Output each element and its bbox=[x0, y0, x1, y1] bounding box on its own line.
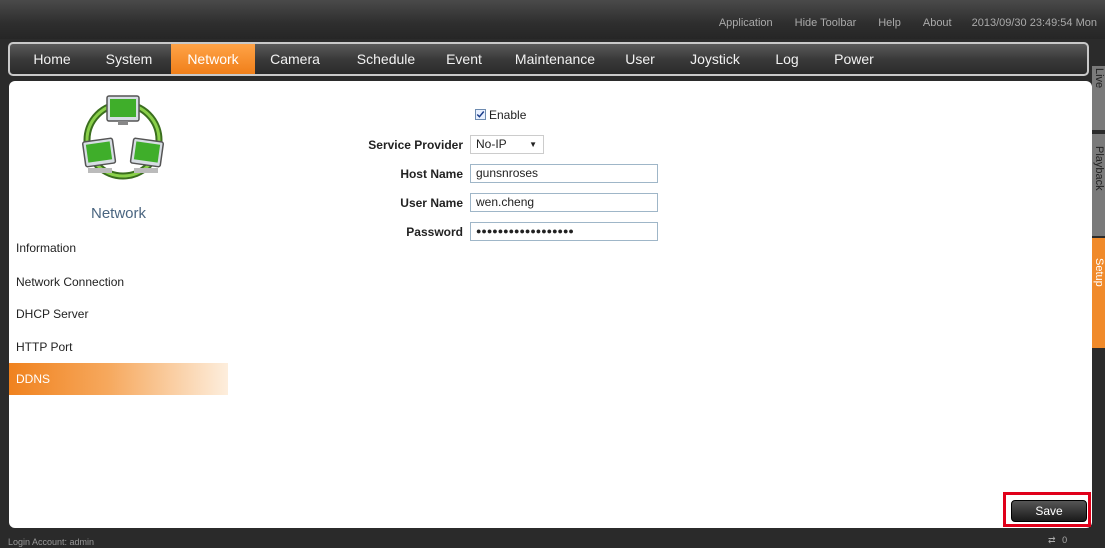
nav-camera[interactable]: Camera bbox=[263, 44, 327, 74]
tab-playback[interactable]: Playback bbox=[1092, 134, 1105, 236]
sidebar-item-network-connection[interactable]: Network Connection bbox=[9, 266, 228, 298]
help-link[interactable]: Help bbox=[878, 17, 901, 29]
nav-event[interactable]: Event bbox=[438, 44, 490, 74]
sidebar-item-http-port[interactable]: HTTP Port bbox=[9, 331, 228, 363]
main-nav-bar: Home System Network Camera Schedule Even… bbox=[8, 42, 1089, 76]
service-provider-value: No-IP bbox=[476, 137, 507, 151]
nav-user[interactable]: User bbox=[619, 44, 661, 74]
application-link[interactable]: Application bbox=[719, 17, 773, 29]
connection-status: ⇄ 0 bbox=[1048, 535, 1067, 546]
sidebar-title: Network bbox=[90, 205, 146, 222]
top-toolbar: Application Hide Toolbar Help About 2013… bbox=[0, 0, 1105, 39]
network-sidebar: Network Information Network Connection D… bbox=[9, 81, 228, 528]
highlight-box bbox=[1003, 492, 1091, 527]
service-provider-select[interactable]: No-IP ▼ bbox=[470, 135, 544, 154]
top-links: Application Hide Toolbar Help About 2013… bbox=[697, 17, 1097, 29]
side-tabs: Live Playback Setup bbox=[1092, 42, 1105, 530]
tab-live[interactable]: Live bbox=[1092, 66, 1105, 130]
enable-label: Enable bbox=[489, 108, 527, 122]
nav-joystick[interactable]: Joystick bbox=[683, 44, 747, 74]
connection-count: 0 bbox=[1062, 535, 1068, 545]
nav-schedule[interactable]: Schedule bbox=[348, 44, 424, 74]
user-name-field[interactable]: wen.cheng bbox=[470, 193, 658, 212]
tab-setup[interactable]: Setup bbox=[1092, 238, 1105, 348]
hide-toolbar-link[interactable]: Hide Toolbar bbox=[795, 17, 857, 29]
sidebar-item-information[interactable]: Information bbox=[9, 232, 228, 264]
host-name-field[interactable]: gunsnroses bbox=[470, 164, 658, 183]
password-label: Password bbox=[406, 225, 463, 239]
about-link[interactable]: About bbox=[923, 17, 952, 29]
nav-system[interactable]: System bbox=[99, 44, 159, 74]
nav-home[interactable]: Home bbox=[27, 44, 77, 74]
login-account: Login Account: admin bbox=[8, 537, 95, 547]
status-bar bbox=[0, 530, 1105, 548]
datetime-display: 2013/09/30 23:49:54 Mon bbox=[971, 17, 1097, 29]
nav-maintenance[interactable]: Maintenance bbox=[507, 44, 603, 74]
chevron-down-icon: ▼ bbox=[529, 140, 537, 149]
check-icon bbox=[476, 111, 485, 118]
password-field[interactable]: ●●●●●●●●●●●●●●●●●● bbox=[470, 222, 658, 241]
nav-network[interactable]: Network bbox=[171, 44, 255, 74]
enable-checkbox[interactable] bbox=[475, 109, 486, 120]
sidebar-item-ddns[interactable]: DDNS bbox=[9, 363, 228, 395]
network-icon bbox=[81, 95, 165, 180]
user-name-label: User Name bbox=[400, 196, 463, 210]
service-provider-label: Service Provider bbox=[368, 138, 463, 152]
host-name-label: Host Name bbox=[400, 167, 463, 181]
nav-power[interactable]: Power bbox=[827, 44, 881, 74]
nav-log[interactable]: Log bbox=[767, 44, 807, 74]
sidebar-item-dhcp-server[interactable]: DHCP Server bbox=[9, 298, 228, 330]
connection-icon: ⇄ bbox=[1048, 535, 1056, 545]
